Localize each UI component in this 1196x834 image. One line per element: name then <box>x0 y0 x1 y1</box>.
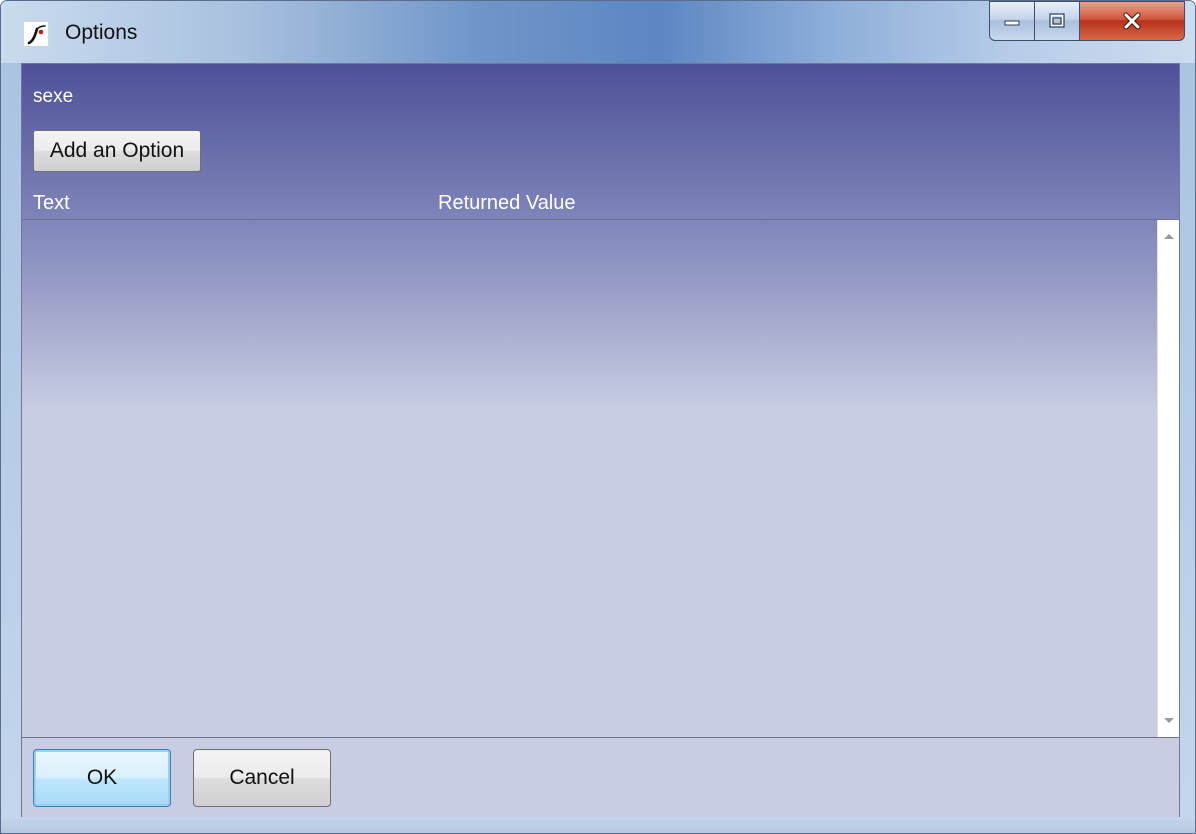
title-bar[interactable]: Options <box>1 1 1195 63</box>
scroll-up-arrow-icon[interactable] <box>1164 234 1174 239</box>
app-logo-icon[interactable] <box>23 21 49 47</box>
scroll-down-arrow-icon[interactable] <box>1164 718 1174 723</box>
column-header-text[interactable]: Text <box>33 192 70 215</box>
cancel-button[interactable]: Cancel <box>193 749 331 807</box>
column-header-returned-value[interactable]: Returned Value <box>438 192 576 215</box>
options-list[interactable] <box>22 219 1179 738</box>
close-icon <box>1123 12 1141 30</box>
window-bottom-border <box>1 817 1195 833</box>
add-option-button[interactable]: Add an Option <box>33 130 201 172</box>
close-button[interactable] <box>1079 1 1185 41</box>
maximize-icon <box>1049 13 1065 28</box>
options-panel: sexe Add an Option Text Returned Value O… <box>21 63 1180 819</box>
ok-button[interactable]: OK <box>33 749 171 807</box>
minimize-button[interactable] <box>989 1 1035 41</box>
field-name-label: sexe <box>33 86 74 107</box>
minimize-icon <box>1004 20 1020 26</box>
options-window: Options sexe Add an Option Text Returned… <box>0 0 1196 834</box>
maximize-button[interactable] <box>1034 1 1080 41</box>
window-title: Options <box>65 21 138 44</box>
vertical-scrollbar[interactable] <box>1157 220 1179 737</box>
